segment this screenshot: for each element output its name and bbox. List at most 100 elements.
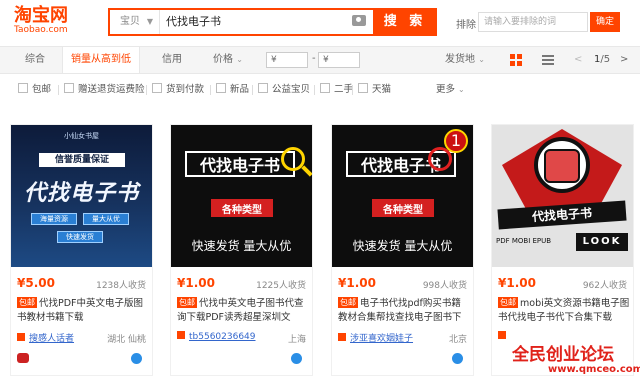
filter-tmall[interactable]: 天猫 — [358, 83, 391, 97]
filter-more-label: 更多 — [436, 84, 456, 95]
header: 淘宝网 Taobao.com 宝贝 ▼ 代找电子书 搜 索 排除 请输入要排除的… — [0, 0, 640, 44]
filter-bar: 包邮 赠送退货运费险 货到付款 新品 公益宝贝 二手 天猫 更多 ⌄ — [0, 79, 640, 101]
buyer-count: 962人收货 — [582, 281, 627, 291]
product-image[interactable]: 小仙女书屋 信誉质量保证 代找电子书 海量资源 量大从优 快速发货 — [11, 125, 152, 267]
product-title[interactable]: 包邮 电子书代找pdf购买书籍教材合集帮找查找电子图书下 — [338, 297, 470, 325]
price-min-input[interactable]: ¥ — [266, 52, 308, 68]
free-shipping-tag: 包邮 — [498, 297, 518, 308]
logo-en: Taobao.com — [14, 25, 68, 35]
free-shipping-tag: 包邮 — [17, 297, 37, 308]
product-title[interactable]: 包邮 代找中英文电子图书代查询下载PDF读秀超星深圳文 — [177, 297, 309, 325]
filter-label: 公益宝贝 — [272, 84, 311, 95]
tab-credit[interactable]: 信用 — [148, 47, 196, 73]
tab-price-label: 价格 — [213, 54, 234, 65]
divider — [146, 85, 147, 95]
grid-view-icon[interactable] — [510, 54, 522, 66]
shop-link[interactable]: 涉亚喜欢姻娃子 — [338, 331, 413, 344]
art-bottom: 快速发货 量大从优 — [352, 239, 453, 253]
price-value: 1.00 — [185, 276, 215, 290]
shop-name: 涉亚喜欢姻娃子 — [350, 334, 414, 344]
checkbox-icon — [320, 83, 330, 93]
art-formats: PDF MOBI EPUB — [496, 237, 552, 245]
price: ¥5.00 — [17, 276, 55, 290]
next-page-icon[interactable]: > — [620, 47, 628, 73]
checkbox-icon — [152, 83, 162, 93]
filter-charity[interactable]: 公益宝贝 — [258, 83, 310, 97]
seller-badge-icon — [17, 353, 29, 363]
price: ¥1.00 — [177, 276, 215, 290]
art-main: 代找电子书 — [497, 200, 627, 230]
shop-icon — [338, 333, 346, 341]
divider — [314, 85, 315, 95]
price-dash: - — [312, 53, 316, 64]
prev-page-icon[interactable]: < — [574, 47, 582, 73]
tab-sales[interactable]: 销量从高到低 — [62, 47, 140, 73]
divider — [352, 85, 353, 95]
art-main: 代找电子书 — [23, 181, 139, 206]
filter-label: 新品 — [230, 84, 250, 95]
sort-bar: 综合 销量从高到低 信用 价格 ⌄ ¥ - ¥ 发货地 ⌄ < 1/5 > — [0, 46, 640, 74]
filter-more[interactable]: 更多 ⌄ — [436, 83, 465, 97]
location: 北京 — [448, 335, 467, 345]
shop-icon — [177, 331, 185, 339]
product-title[interactable]: 包邮 代找PDF中英文电子版图书教材书籍下载 — [17, 297, 149, 325]
free-shipping-tag: 包邮 — [177, 297, 197, 308]
product-card[interactable]: 代找电子书 1 各种类型 快速发货 量大从优 ¥1.00 998人收货 包邮 电子… — [331, 124, 474, 376]
ship-from-label: 发货地 — [445, 54, 476, 65]
tab-price[interactable]: 价格 ⌄ — [204, 47, 252, 73]
watermark-url: www.qmceo.com — [548, 364, 640, 375]
shop-link[interactable] — [498, 331, 510, 342]
buyer-count: 998人收货 — [422, 281, 467, 291]
search-button[interactable]: 搜 索 — [373, 8, 437, 36]
art-btn: 海量资源 — [31, 213, 77, 225]
price-value: 1.00 — [506, 276, 536, 290]
chevron-down-icon: ⌄ — [236, 55, 243, 64]
taobao-logo[interactable]: 淘宝网 Taobao.com — [14, 5, 92, 36]
art-btn: 快速发货 — [57, 231, 103, 243]
shop-link[interactable]: tb5560236649 — [177, 331, 256, 342]
search-type-label: 宝贝 — [120, 16, 140, 27]
product-title[interactable]: 包邮 mobi英文资源书籍电子图书代找电子书代下合集下载 — [498, 297, 630, 325]
confirm-button[interactable]: 确定 — [590, 12, 620, 32]
wangwang-icon[interactable] — [452, 353, 463, 364]
list-view-icon[interactable] — [542, 55, 554, 65]
logo-cn: 淘宝网 — [14, 5, 68, 26]
checkbox-icon — [64, 83, 74, 93]
product-card[interactable]: 小仙女书屋 信誉质量保证 代找电子书 海量资源 量大从优 快速发货 ¥5.00 … — [10, 124, 153, 376]
search-input[interactable]: 代找电子书 — [166, 10, 346, 34]
filter-label: 赠送退货运费险 — [78, 84, 145, 95]
product-image[interactable]: 代找电子书 PDF MOBI EPUB LOOK — [492, 125, 633, 267]
art-sub: 信誉质量保证 — [39, 153, 125, 167]
product-image[interactable]: 代找电子书 1 各种类型 快速发货 量大从优 — [332, 125, 473, 267]
filter-new[interactable]: 新品 — [216, 83, 249, 97]
shop-link[interactable]: 搜感人话者 — [17, 331, 74, 344]
product-image[interactable]: 代找电子书 各种类型 快速发货 量大从优 — [171, 125, 312, 267]
product-card[interactable]: 代找电子书 各种类型 快速发货 量大从优 ¥1.00 1225人收货 包邮 代找中… — [170, 124, 313, 376]
divider — [210, 85, 211, 95]
filter-label: 二手 — [334, 84, 354, 95]
number-badge: 1 — [444, 129, 468, 153]
camera-icon[interactable] — [352, 15, 366, 26]
filter-free-shipping[interactable]: 包邮 — [18, 83, 51, 97]
price: ¥1.00 — [498, 276, 536, 290]
watermark-text: 全民创业论坛 — [512, 345, 614, 365]
location: 上海 — [287, 335, 306, 345]
tab-comprehensive[interactable]: 综合 — [10, 47, 60, 73]
product-card[interactable]: 代找电子书 PDF MOBI EPUB LOOK ¥1.00 962人收货 包邮… — [491, 124, 634, 376]
ship-from-select[interactable]: 发货地 ⌄ — [440, 47, 490, 73]
chevron-down-icon: ▼ — [146, 17, 153, 26]
wangwang-icon[interactable] — [291, 353, 302, 364]
free-shipping-tag: 包邮 — [338, 297, 358, 308]
price: ¥1.00 — [338, 276, 376, 290]
wangwang-icon[interactable] — [131, 353, 142, 364]
price-max-input[interactable]: ¥ — [318, 52, 360, 68]
search-type-select[interactable]: 宝贝 ▼ — [110, 10, 160, 34]
filter-cod[interactable]: 货到付款 — [152, 83, 204, 97]
art-bottom: 快速发货 量大从优 — [191, 239, 292, 253]
exclude-input[interactable]: 请输入要排除的词 — [478, 12, 588, 32]
art-look: LOOK — [576, 233, 628, 251]
filter-second-hand[interactable]: 二手 — [320, 83, 353, 97]
magnifier-handle — [301, 165, 312, 177]
filter-return-insurance[interactable]: 赠送退货运费险 — [64, 83, 145, 97]
chevron-down-icon: ⌄ — [458, 85, 465, 94]
